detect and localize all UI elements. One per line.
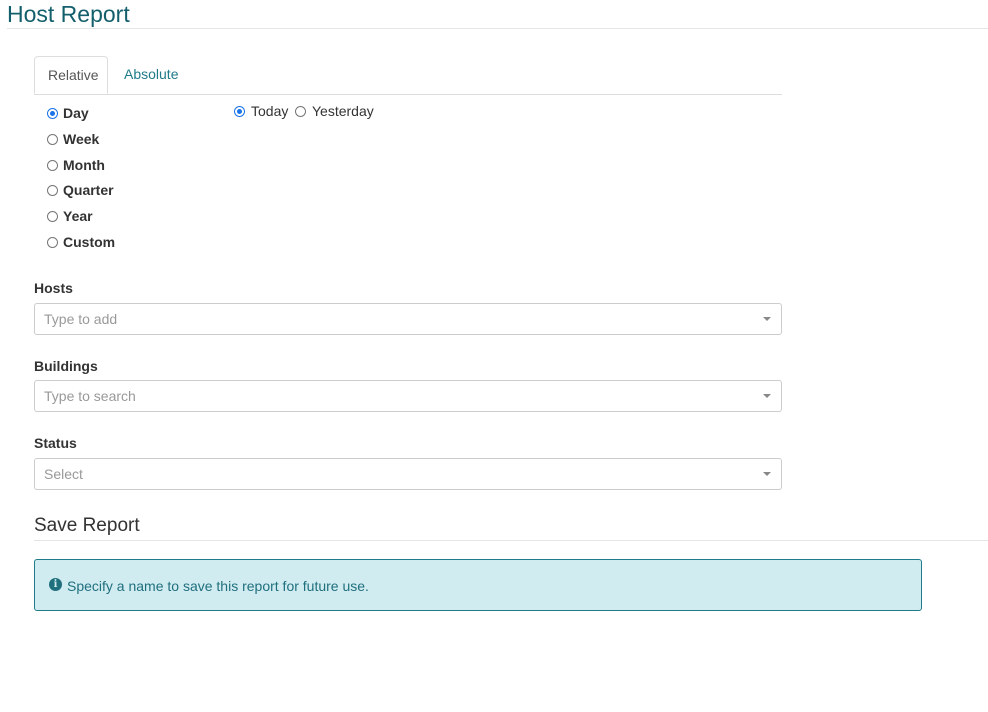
chevron-down-icon[interactable] — [763, 394, 771, 398]
radio-year[interactable]: Year — [47, 208, 93, 224]
info-circle-icon: i — [49, 578, 62, 591]
radio-custom[interactable]: Custom — [47, 234, 115, 250]
status-select[interactable]: Select — [34, 458, 782, 490]
radio-month-button[interactable] — [47, 159, 58, 171]
radio-custom-button[interactable] — [47, 236, 58, 248]
page-title: Host Report — [7, 1, 130, 27]
radio-year-label: Year — [63, 208, 93, 224]
radio-day-label: Day — [63, 105, 89, 121]
chevron-down-icon[interactable] — [763, 472, 771, 476]
radio-today[interactable]: Today — [234, 103, 288, 119]
buildings-label: Buildings — [34, 358, 98, 374]
save-report-divider — [34, 540, 988, 541]
save-report-title: Save Report — [34, 515, 140, 536]
chevron-down-icon[interactable] — [763, 317, 771, 321]
radio-week-button[interactable] — [47, 133, 58, 145]
radio-week-label: Week — [63, 131, 100, 147]
status-placeholder: Select — [44, 466, 83, 482]
radio-day[interactable]: Day — [47, 105, 89, 121]
hosts-placeholder: Type to add — [44, 311, 118, 327]
radio-yesterday[interactable]: Yesterday — [295, 103, 374, 119]
save-report-alert: i Specify a name to save this report for… — [34, 559, 922, 611]
title-divider — [7, 28, 988, 29]
radio-quarter-label: Quarter — [63, 182, 114, 198]
buildings-select[interactable]: Type to search — [34, 380, 782, 412]
status-label: Status — [34, 435, 77, 451]
radio-week[interactable]: Week — [47, 131, 99, 147]
radio-today-label: Today — [251, 103, 289, 119]
radio-custom-label: Custom — [63, 234, 116, 250]
radio-today-button[interactable] — [234, 105, 245, 117]
buildings-placeholder: Type to search — [44, 388, 136, 404]
tab-absolute[interactable]: Absolute — [111, 56, 191, 93]
hosts-label: Hosts — [34, 280, 73, 296]
tab-relative[interactable]: Relative — [34, 56, 108, 94]
radio-yesterday-label: Yesterday — [312, 103, 374, 119]
radio-quarter[interactable]: Quarter — [47, 182, 114, 198]
radio-month-label: Month — [63, 157, 105, 173]
radio-year-button[interactable] — [47, 210, 58, 222]
date-mode-tabs: Relative Absolute — [34, 56, 782, 95]
hosts-select[interactable]: Type to add — [34, 303, 782, 335]
radio-quarter-button[interactable] — [47, 184, 58, 196]
save-report-alert-text: Specify a name to save this report for f… — [67, 578, 369, 594]
radio-yesterday-button[interactable] — [295, 105, 306, 117]
radio-month[interactable]: Month — [47, 157, 105, 173]
radio-day-button[interactable] — [47, 107, 58, 119]
